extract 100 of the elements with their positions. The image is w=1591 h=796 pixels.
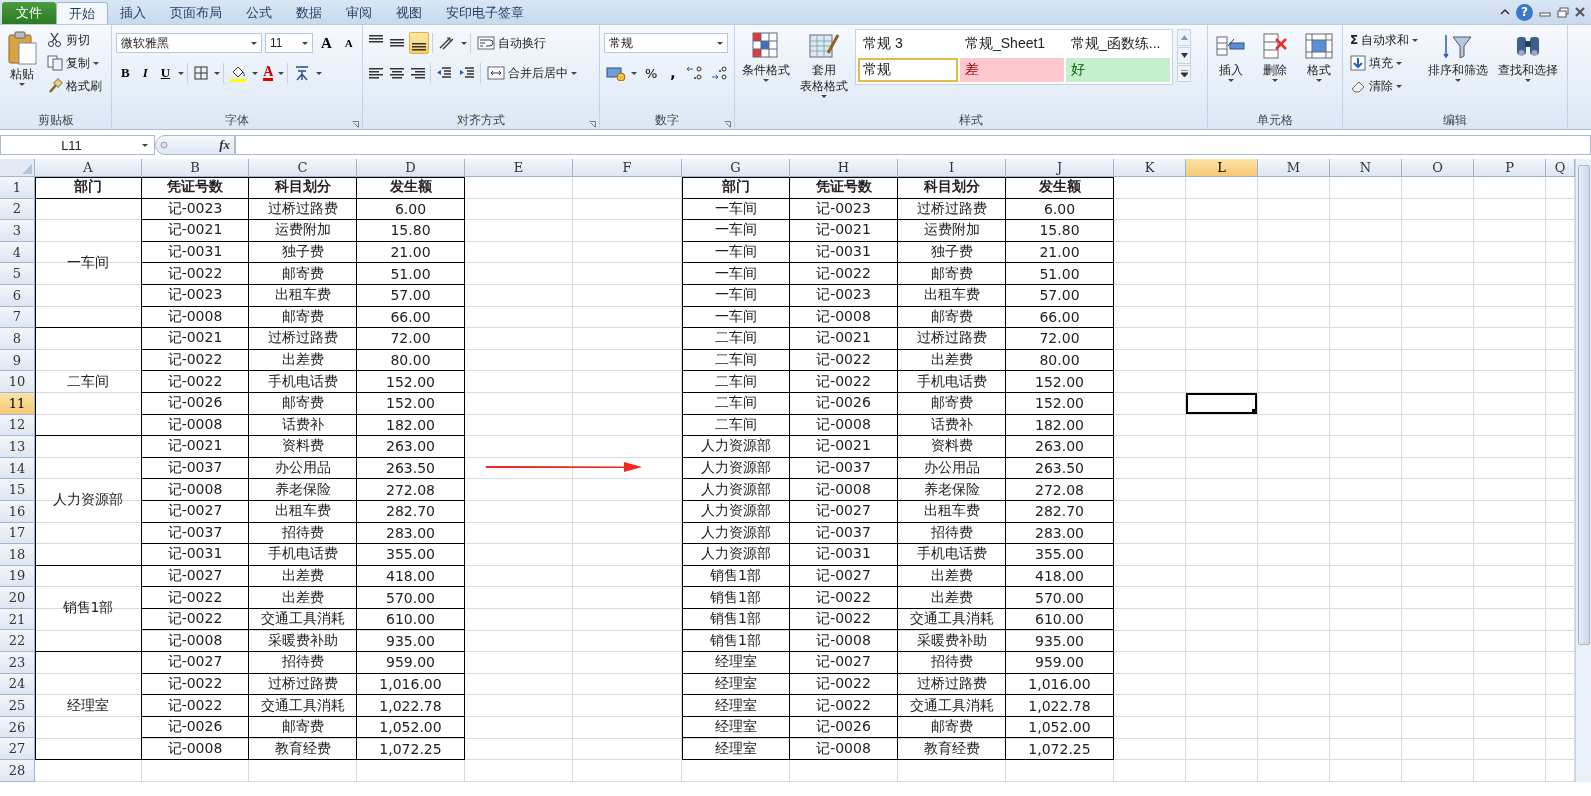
row-header[interactable]: 8 xyxy=(0,328,35,350)
fill-button[interactable]: 填充 xyxy=(1347,52,1422,74)
column-header[interactable]: K xyxy=(1114,159,1186,177)
ribbon-tab[interactable]: 数据 xyxy=(284,2,334,24)
cell-style-item[interactable]: 差 xyxy=(960,58,1064,82)
row-header[interactable]: 4 xyxy=(0,241,35,264)
ribbon-tab[interactable]: 页面布局 xyxy=(158,2,234,24)
row-header[interactable]: 24 xyxy=(0,673,35,696)
cut-button[interactable]: 剪切 xyxy=(44,29,105,51)
ribbon-tab[interactable]: 公式 xyxy=(234,2,284,24)
horizontal-align-button[interactable] xyxy=(367,65,385,81)
percent-button[interactable]: % xyxy=(640,63,663,83)
column-header[interactable]: J xyxy=(1006,159,1114,177)
help-button[interactable]: ? xyxy=(1516,3,1533,21)
ribbon-tab[interactable]: 开始 xyxy=(56,2,108,24)
column-header[interactable]: F xyxy=(573,159,682,177)
row-header[interactable]: 1 xyxy=(0,177,35,199)
gallery-down-button[interactable] xyxy=(1177,47,1191,64)
ribbon-tab[interactable]: 插入 xyxy=(108,2,158,24)
row-header[interactable]: 9 xyxy=(0,349,35,372)
gallery-more-button[interactable] xyxy=(1177,65,1191,82)
column-header[interactable]: M xyxy=(1258,159,1330,177)
delete-button[interactable]: 删除 xyxy=(1257,29,1293,84)
row-header[interactable]: 16 xyxy=(0,500,35,523)
row-header[interactable]: 10 xyxy=(0,371,35,393)
column-header[interactable]: H xyxy=(790,159,898,177)
row-header[interactable]: 14 xyxy=(0,457,35,480)
column-header[interactable]: P xyxy=(1474,159,1546,177)
name-box[interactable]: L11 xyxy=(0,135,155,155)
column-header[interactable]: I xyxy=(898,159,1006,177)
vertical-align-button[interactable] xyxy=(409,32,429,54)
close-button[interactable] xyxy=(1575,7,1585,17)
ribbon-tab[interactable]: 审阅 xyxy=(334,2,384,24)
row-header[interactable]: 28 xyxy=(0,760,35,782)
row-header[interactable]: 23 xyxy=(0,652,35,674)
find-select-button[interactable]: 查找和选择 xyxy=(1495,29,1562,84)
insert-function-button[interactable]: fx xyxy=(155,135,235,155)
row-header[interactable]: 15 xyxy=(0,479,35,501)
font-name-field[interactable]: 微软雅黑 xyxy=(116,33,262,53)
selected-cell[interactable] xyxy=(1186,392,1258,415)
row-header[interactable]: 13 xyxy=(0,436,35,458)
table-format-button[interactable]: 套用 表格格式 xyxy=(797,29,851,100)
sort-filter-button[interactable]: 排序和筛选 xyxy=(1425,29,1492,84)
row-header[interactable]: 18 xyxy=(0,544,35,566)
row-header[interactable]: 22 xyxy=(0,630,35,653)
wrap-text-button[interactable]: 自动换行 xyxy=(474,32,549,54)
underline-button[interactable]: U xyxy=(155,63,176,83)
row-header[interactable]: 27 xyxy=(0,738,35,761)
column-header[interactable]: O xyxy=(1402,159,1474,177)
row-header[interactable]: 7 xyxy=(0,306,35,329)
column-header[interactable]: G xyxy=(682,159,790,177)
conditional-format-button[interactable]: 条件格式 xyxy=(739,29,793,84)
shrink-font-button[interactable]: A xyxy=(339,35,358,51)
column-header[interactable]: Q xyxy=(1546,159,1575,177)
row-header[interactable]: 5 xyxy=(0,263,35,285)
ribbon-tab[interactable]: 安印电子签章 xyxy=(434,2,536,24)
row-header[interactable]: 26 xyxy=(0,716,35,739)
copy-button[interactable]: 复制 xyxy=(44,52,105,74)
bold-button[interactable]: B xyxy=(116,63,135,83)
row-header[interactable]: 3 xyxy=(0,220,35,242)
clear-button[interactable]: 清除 xyxy=(1347,75,1422,97)
insert-button[interactable]: 插入 xyxy=(1213,29,1249,84)
column-header[interactable]: B xyxy=(142,159,249,177)
number-format-field[interactable]: 常规 xyxy=(604,33,728,53)
row-header[interactable]: 11 xyxy=(0,392,35,415)
restore-button[interactable] xyxy=(1557,6,1569,18)
column-header[interactable]: D xyxy=(357,159,465,177)
comma-button[interactable]: , xyxy=(665,63,681,83)
format-painter-button[interactable]: 格式刷 xyxy=(44,75,105,97)
merge-center-button[interactable]: 合并后居中 xyxy=(484,62,580,84)
column-header[interactable]: A xyxy=(35,159,142,177)
vertical-scrollbar[interactable] xyxy=(1575,159,1591,782)
row-header[interactable]: 17 xyxy=(0,522,35,545)
column-header[interactable]: E xyxy=(465,159,573,177)
row-header[interactable]: 19 xyxy=(0,565,35,588)
horizontal-align-button[interactable] xyxy=(388,65,406,81)
font-size-field[interactable]: 11 xyxy=(265,33,313,53)
cell-style-item[interactable]: 常规 xyxy=(858,58,958,82)
column-header[interactable]: L xyxy=(1186,159,1258,177)
ribbon-tab[interactable]: 文件 xyxy=(2,2,56,24)
autosum-button[interactable]: Σ 自动求和 xyxy=(1347,29,1422,51)
cell-style-item[interactable]: 好 xyxy=(1066,58,1170,82)
ribbon-tab[interactable]: 视图 xyxy=(384,2,434,24)
column-header[interactable]: C xyxy=(249,159,357,177)
fill-handle[interactable] xyxy=(1252,408,1257,414)
collapse-ribbon-button[interactable] xyxy=(1500,8,1510,16)
italic-button[interactable]: I xyxy=(137,63,153,83)
formula-input-field[interactable] xyxy=(235,135,1591,155)
grow-font-button[interactable]: A xyxy=(316,32,337,54)
paste-button[interactable]: 粘贴 xyxy=(4,29,40,88)
row-header[interactable]: 21 xyxy=(0,608,35,631)
row-header[interactable]: 20 xyxy=(0,587,35,609)
format-button[interactable]: 格式 xyxy=(1301,29,1337,84)
row-header[interactable]: 12 xyxy=(0,414,35,437)
row-header[interactable]: 25 xyxy=(0,695,35,717)
row-header[interactable]: 6 xyxy=(0,284,35,307)
column-header[interactable]: N xyxy=(1330,159,1402,177)
font-color-button[interactable]: A xyxy=(261,63,276,83)
row-header[interactable]: 2 xyxy=(0,198,35,221)
horizontal-align-button[interactable] xyxy=(409,65,427,81)
